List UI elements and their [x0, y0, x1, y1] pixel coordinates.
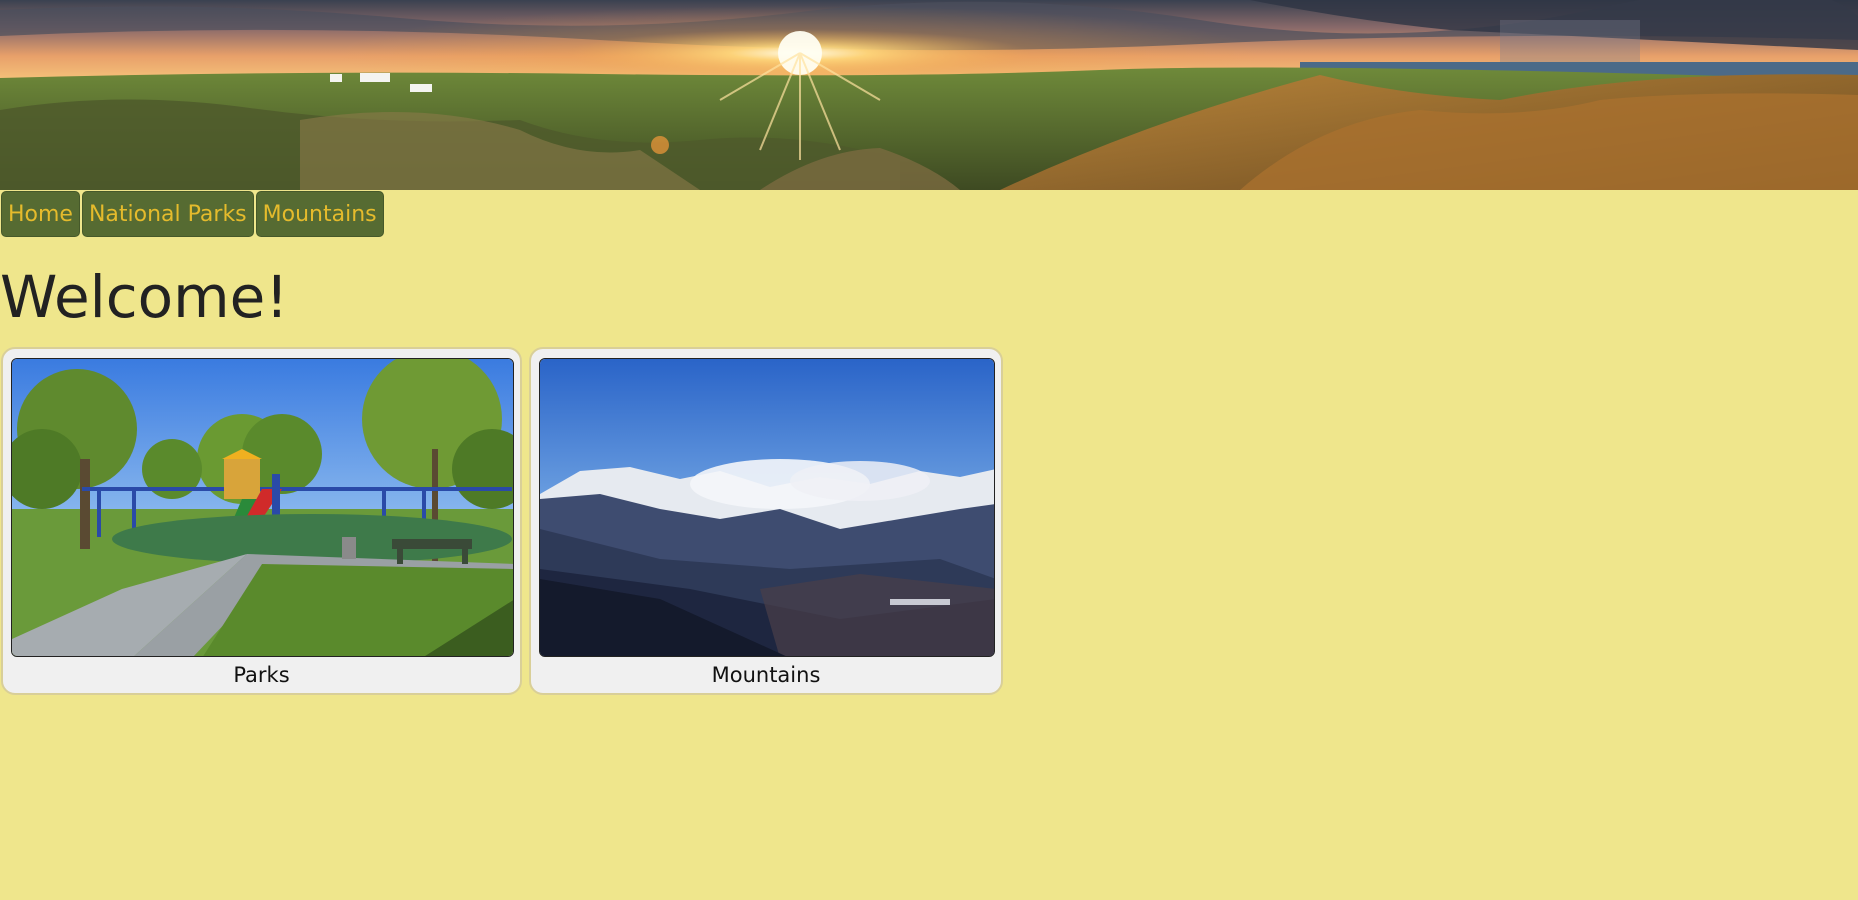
snowy-mountains-image	[539, 358, 995, 657]
card-parks[interactable]: Parks	[1, 347, 522, 695]
card-mountains[interactable]: Mountains	[529, 347, 1003, 695]
header-banner-image	[0, 0, 1858, 190]
nav-mountains-button[interactable]: Mountains	[255, 191, 384, 237]
page: Home National Parks Mountains Welcome! P…	[0, 0, 1858, 900]
nav-home-button[interactable]: Home	[1, 191, 80, 237]
page-title: Welcome!	[0, 263, 289, 331]
nav-bar: Home National Parks Mountains	[1, 191, 384, 237]
card-mountains-caption: Mountains	[711, 663, 821, 687]
nav-national-parks-button[interactable]: National Parks	[81, 191, 254, 237]
card-parks-caption: Parks	[233, 663, 290, 687]
park-playground-image	[11, 358, 514, 657]
